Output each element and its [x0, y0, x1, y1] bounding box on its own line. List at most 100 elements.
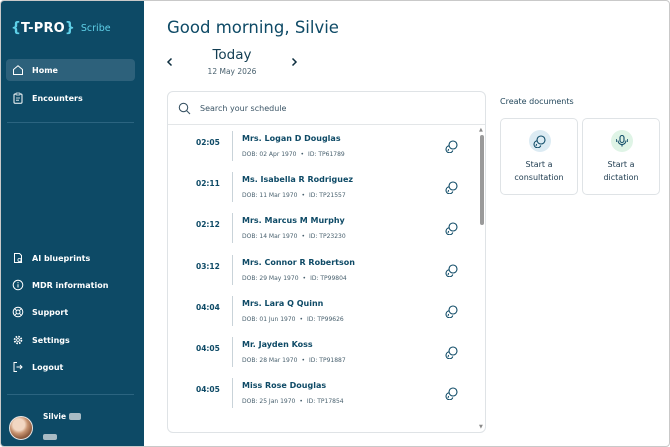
greeting-heading: Good morning, Silvie [167, 18, 339, 37]
sidebar-item-logout[interactable]: Logout [6, 356, 135, 378]
sidebar-item-support[interactable]: Support [6, 301, 135, 323]
app-window: { T-PRO } Scribe Home Encounters AI blue… [0, 0, 670, 447]
start-consultation-card[interactable]: Start a consultation [500, 118, 578, 195]
patient-name: Mrs. Marcus M Murphy [242, 216, 345, 226]
chat-bubbles-icon [529, 130, 551, 152]
meta-separator: • [300, 151, 305, 158]
doc-card-line2: consultation [514, 173, 564, 182]
chevron-left-icon[interactable] [163, 55, 177, 69]
patient-meta: DOB: 02 Apr 1970 • ID: TP61789 [242, 151, 345, 158]
start-consultation-icon[interactable] [444, 344, 460, 360]
home-icon [12, 64, 24, 76]
scrollbar[interactable]: ▲ ▼ [478, 125, 485, 432]
patient-dob: DOB: 29 May 1970 [242, 274, 299, 282]
patient-id: ID: TP21557 [308, 192, 346, 200]
patient-dob: DOB: 25 Jan 1970 [242, 398, 296, 406]
sidebar-divider [7, 394, 134, 395]
search-icon [178, 102, 191, 115]
chevron-right-icon[interactable] [287, 55, 301, 69]
logout-icon [12, 361, 24, 373]
sidebar-item-label: Encounters [32, 93, 83, 103]
patient-name: Ms. Isabella R Rodriguez [242, 175, 354, 185]
user-profile[interactable]: Silvie [9, 412, 82, 444]
sidebar-divider [7, 122, 134, 123]
scrollbar-thumb[interactable] [480, 135, 484, 225]
patient-meta: DOB: 01 Jun 1970 • ID: TP99626 [242, 316, 344, 323]
user-subline [43, 425, 81, 444]
start-consultation-icon[interactable] [444, 220, 460, 236]
start-dictation-card[interactable]: Start a dictation [582, 118, 660, 195]
sidebar-item-label: Logout [32, 362, 64, 372]
doc-card-line2: dictation [603, 173, 639, 182]
start-consultation-icon[interactable] [444, 262, 460, 278]
appointment-divider [232, 295, 233, 326]
appointment-divider [232, 172, 233, 203]
appointment-row[interactable]: 02:05 Mrs. Logan D Douglas DOB: 02 Apr 197… [168, 125, 476, 166]
sidebar-item-mdr-information[interactable]: MDR information [6, 274, 135, 296]
appointment-row[interactable]: 02:12 Mrs. Marcus M Murphy DOB: 14 Mar 197… [168, 207, 476, 248]
appointment-row[interactable]: 04:04 Mrs. Lara Q Quinn DOB: 01 Jun 1970 • I… [168, 290, 476, 331]
sidebar-item-label: Support [32, 307, 69, 317]
patient-meta: DOB: 25 Jan 1970 • ID: TP17854 [242, 398, 344, 405]
user-name-row: Silvie [43, 412, 82, 421]
sidebar: { T-PRO } Scribe Home Encounters AI blue… [1, 1, 144, 446]
patient-id: ID: TP99626 [307, 315, 344, 323]
meta-separator: • [299, 398, 303, 406]
appointment-row[interactable]: 02:11 Ms. Isabella R Rodriguez DOB: 11 Mar… [168, 166, 476, 207]
start-consultation-icon[interactable] [444, 385, 460, 401]
appointment-time: 04:05 [196, 385, 220, 395]
sidebar-item-ai-blueprints[interactable]: AI blueprints [6, 247, 135, 269]
appointment-divider [232, 213, 233, 244]
patient-meta: DOB: 11 Mar 1970 • ID: TP21557 [242, 192, 346, 199]
patient-dob: DOB: 02 Apr 1970 [242, 151, 297, 158]
sidebar-item-home[interactable]: Home [6, 59, 135, 81]
redacted-user-detail [43, 434, 57, 440]
search-input[interactable] [200, 103, 460, 113]
doc-card-line1: Start a [525, 160, 553, 169]
appointment-row[interactable]: 04:05 Miss Rose Douglas DOB: 25 Jan 1970 • I… [168, 372, 476, 413]
tpro-scribe-logo: { T-PRO } Scribe [11, 17, 111, 39]
patient-name: Miss Rose Douglas [242, 381, 327, 391]
sidebar-item-encounters[interactable]: Encounters [6, 87, 135, 109]
patient-id: ID: TP17854 [306, 398, 344, 406]
patient-name: Mr. Jayden Koss [242, 340, 313, 349]
patient-meta: DOB: 29 May 1970 • ID: TP99804 [242, 275, 347, 282]
scroll-up-arrow[interactable]: ▲ [479, 127, 483, 133]
user-details: Silvie [43, 412, 82, 444]
appointment-time: 02:11 [196, 179, 220, 189]
scroll-down-arrow[interactable]: ▼ [479, 424, 483, 430]
sidebar-item-label: AI blueprints [32, 253, 91, 263]
patient-name: Mrs. Logan D Douglas [242, 134, 341, 143]
appointment-divider [232, 131, 233, 161]
start-consultation-icon[interactable] [444, 303, 460, 319]
patient-meta: DOB: 28 Mar 1970 • ID: TP91887 [242, 357, 346, 364]
microphone-icon [611, 130, 633, 152]
patient-id: ID: TP91887 [308, 357, 346, 364]
sidebar-item-settings[interactable]: Settings [6, 329, 135, 351]
appointment-divider [232, 254, 233, 285]
sidebar-item-label: MDR information [32, 280, 109, 290]
sidebar-item-label: Home [32, 65, 58, 75]
patient-id: ID: TP61789 [308, 151, 345, 158]
logo-product: Scribe [80, 22, 111, 34]
appointment-time: 04:04 [196, 302, 220, 312]
meta-separator: • [301, 192, 305, 200]
appointment-time: 02:05 [196, 138, 220, 147]
appointment-row[interactable]: 03:12 Mrs. Connor R Robertson DOB: 29 May … [168, 249, 476, 290]
meta-separator: • [302, 274, 307, 282]
clipboard-icon [12, 92, 24, 104]
logo-brace-close: } [64, 20, 75, 36]
patient-dob: DOB: 14 Mar 1970 [242, 233, 298, 241]
start-consultation-icon[interactable] [444, 179, 460, 195]
patient-dob: DOB: 11 Mar 1970 [242, 192, 298, 200]
appointment-row[interactable]: 04:05 Mr. Jayden Koss DOB: 28 Mar 1970 • ID:… [168, 331, 476, 372]
start-consultation-icon[interactable] [444, 138, 460, 154]
schedule-search [168, 92, 485, 125]
meta-separator: • [301, 233, 305, 241]
schedule-panel: 02:05 Mrs. Logan D Douglas DOB: 02 Apr 197… [167, 91, 486, 433]
appointment-time: 02:12 [196, 220, 220, 230]
create-documents-title: Create documents [500, 97, 574, 106]
date-navigator: Today 12 May 2026 [161, 47, 303, 81]
patient-meta: DOB: 14 Mar 1970 • ID: TP23230 [242, 233, 346, 240]
patient-id: ID: TP99804 [310, 274, 347, 282]
